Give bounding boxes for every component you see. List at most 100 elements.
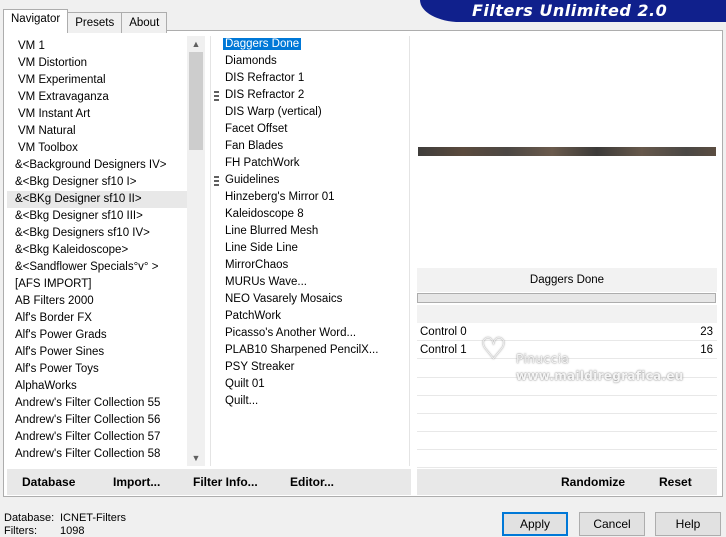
filter-item[interactable]: Picasso's Another Word... (212, 325, 408, 342)
category-item[interactable]: VM Instant Art (7, 106, 187, 123)
watermark-url: www.maildiregrafica.eu (516, 369, 684, 383)
status-info: Database: ICNET-Filters Filters: 1098 (4, 512, 126, 537)
filter-item[interactable]: MURUs Wave... (212, 274, 408, 291)
tab-navigator[interactable]: Navigator (3, 9, 69, 32)
category-item[interactable]: Alf's Power Toys (7, 361, 187, 378)
category-item[interactable]: Alf's Power Sines (7, 344, 187, 361)
filter-item-label: DIS Refractor 2 (225, 89, 305, 101)
grip-icon (214, 91, 219, 101)
filter-item-label: PSY Streaker (225, 361, 295, 373)
filters-count-label: Filters: (4, 525, 37, 537)
category-item[interactable]: VM Natural (7, 123, 187, 140)
cancel-button[interactable]: Cancel (579, 512, 645, 536)
control-row-empty (417, 396, 717, 414)
heart-icon: ♡ (480, 333, 507, 366)
filter-item-label: Facet Offset (225, 123, 288, 135)
category-item[interactable]: Alf's Power Grads (7, 327, 187, 344)
scroll-down-icon[interactable]: ▼ (187, 450, 205, 466)
filter-item-label: Quilt... (225, 395, 259, 407)
tab-about[interactable]: About (121, 12, 168, 33)
filter-item[interactable]: Daggers Done (212, 36, 408, 53)
filter-item[interactable]: Line Side Line (212, 240, 408, 257)
category-item[interactable]: Andrew's Filter Collection 58 (7, 446, 187, 462)
category-item[interactable]: Andrew's Filter Collection 56 (7, 412, 187, 429)
filter-progress-bar (417, 293, 716, 303)
database-button[interactable]: Database (22, 475, 75, 489)
category-item[interactable]: &<BKg Designer sf10 II> (7, 191, 187, 208)
control-row-empty (417, 432, 717, 450)
filter-item[interactable]: FH PatchWork (212, 155, 408, 172)
filter-item[interactable]: Line Blurred Mesh (212, 223, 408, 240)
filter-item-label: DIS Refractor 1 (225, 72, 305, 84)
help-button[interactable]: Help (655, 512, 721, 536)
filter-item-label: Fan Blades (225, 140, 284, 152)
category-item[interactable]: Alf's Border FX (7, 310, 187, 327)
category-item[interactable]: VM Toolbox (7, 140, 187, 157)
tab-bar: Navigator Presets About (3, 9, 168, 33)
banner-title: Filters Unlimited 2.0 (472, 1, 668, 20)
filter-item[interactable]: PLAB10 Sharpened PencilX... (212, 342, 408, 359)
category-item[interactable]: &<Background Designers IV> (7, 157, 187, 174)
category-item[interactable]: &<Bkg Designer sf10 I> (7, 174, 187, 191)
filter-item[interactable]: Hinzeberg's Mirror 01 (212, 189, 408, 206)
control-row-empty (417, 450, 717, 468)
filter-item[interactable]: Diamonds (212, 53, 408, 70)
filter-item[interactable]: Quilt 01 (212, 376, 408, 393)
category-item[interactable]: VM Distortion (7, 55, 187, 72)
filter-item[interactable]: PatchWork (212, 308, 408, 325)
category-item[interactable]: Andrew's Filter Collection 57 (7, 429, 187, 446)
filter-item[interactable]: PSY Streaker (212, 359, 408, 376)
filter-item[interactable]: Guidelines (212, 172, 408, 189)
randomize-button[interactable]: Randomize (561, 475, 625, 489)
filter-item[interactable]: DIS Warp (vertical) (212, 104, 408, 121)
editor-button[interactable]: Editor... (290, 475, 334, 489)
filter-item-label: Line Blurred Mesh (225, 225, 319, 237)
category-item[interactable]: VM Experimental (7, 72, 187, 89)
control-label: Control 1 (420, 344, 467, 356)
filter-item[interactable]: Fan Blades (212, 138, 408, 155)
filter-list[interactable]: Daggers Done Diamonds DIS Refractor 1 DIS R… (212, 36, 408, 410)
filter-item-label: PatchWork (225, 310, 282, 322)
filter-item-label: MURUs Wave... (225, 276, 307, 288)
scroll-thumb[interactable] (189, 52, 203, 150)
preview-image (418, 147, 716, 156)
filter-item-label: DIS Warp (vertical) (225, 106, 322, 118)
category-item[interactable]: &<Bkg Designer sf10 III> (7, 208, 187, 225)
selected-filter-name: Daggers Done (417, 268, 717, 292)
database-status-label: Database: (4, 512, 55, 524)
category-scrollbar[interactable]: ▲ ▼ (187, 36, 205, 466)
filter-item-label: Quilt 01 (225, 378, 265, 390)
filter-item[interactable]: Facet Offset (212, 121, 408, 138)
category-item[interactable]: &<Bkg Kaleidoscope> (7, 242, 187, 259)
filter-item-label: Hinzeberg's Mirror 01 (225, 191, 335, 203)
filter-item[interactable]: Kaleidoscope 8 (212, 206, 408, 223)
filters-count-value: 1098 (60, 525, 85, 537)
filter-item-label: Daggers Done (223, 38, 302, 50)
watermark: ♡ Pinuccia www.maildiregrafica.eu (480, 330, 720, 390)
filter-item[interactable]: Quilt... (212, 393, 408, 410)
filter-item[interactable]: DIS Refractor 2 (212, 87, 408, 104)
filter-item[interactable]: MirrorChaos (212, 257, 408, 274)
filter-item[interactable]: DIS Refractor 1 (212, 70, 408, 87)
category-item[interactable]: VM Extravaganza (7, 89, 187, 106)
filter-item-label: Picasso's Another Word... (225, 327, 357, 339)
category-item[interactable]: Andrew's Filter Collection 55 (7, 395, 187, 412)
scroll-up-icon[interactable]: ▲ (187, 36, 205, 52)
reset-button[interactable]: Reset (659, 475, 692, 489)
filter-item[interactable]: NEO Vasarely Mosaics (212, 291, 408, 308)
category-item[interactable]: &<Bkg Designers sf10 IV> (7, 225, 187, 242)
category-list[interactable]: VM 1 VM Distortion VM Experimental VM Extra… (7, 38, 187, 462)
tab-presets[interactable]: Presets (67, 12, 123, 33)
filter-info-button[interactable]: Filter Info... (193, 475, 258, 489)
category-item[interactable]: AlphaWorks (7, 378, 187, 395)
import-button[interactable]: Import... (113, 475, 160, 489)
filter-item-label: Kaleidoscope 8 (225, 208, 304, 220)
apply-button[interactable]: Apply (502, 512, 568, 536)
category-item[interactable]: AB Filters 2000 (7, 293, 187, 310)
category-item[interactable]: [AFS IMPORT] (7, 276, 187, 293)
category-item[interactable]: VM 1 (7, 38, 187, 55)
filter-item-label: NEO Vasarely Mosaics (225, 293, 343, 305)
controls-header (417, 305, 717, 323)
category-item[interactable]: &<Sandflower Specials°v° > (7, 259, 187, 276)
control-row-empty (417, 414, 717, 432)
